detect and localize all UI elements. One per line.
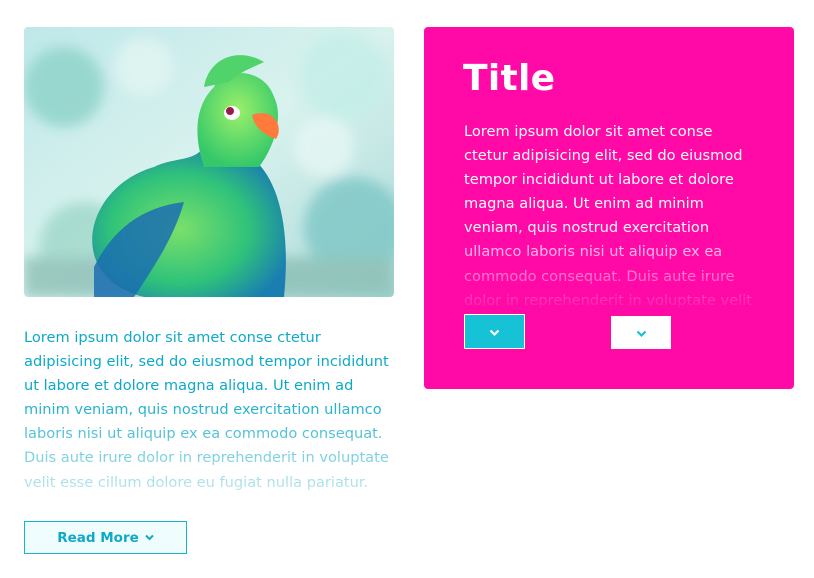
- card-body-text: Lorem ipsum dolor sit amet conse ctetur …: [24, 329, 389, 491]
- expand-button-white[interactable]: [611, 316, 671, 349]
- panel-title: Title: [463, 58, 556, 99]
- read-more-label: Read More: [57, 529, 139, 546]
- panel-body-text: Lorem ipsum dolor sit amet conse ctetur …: [464, 123, 752, 309]
- chevron-down-icon: [489, 322, 500, 341]
- info-panel: Title Lorem ipsum dolor sit amet conse c…: [424, 27, 794, 389]
- chevron-down-icon: [636, 323, 647, 342]
- expand-button-teal[interactable]: [464, 314, 525, 349]
- bird-image: [24, 27, 394, 297]
- chevron-down-icon: [145, 534, 154, 541]
- read-more-button[interactable]: Read More: [24, 521, 187, 554]
